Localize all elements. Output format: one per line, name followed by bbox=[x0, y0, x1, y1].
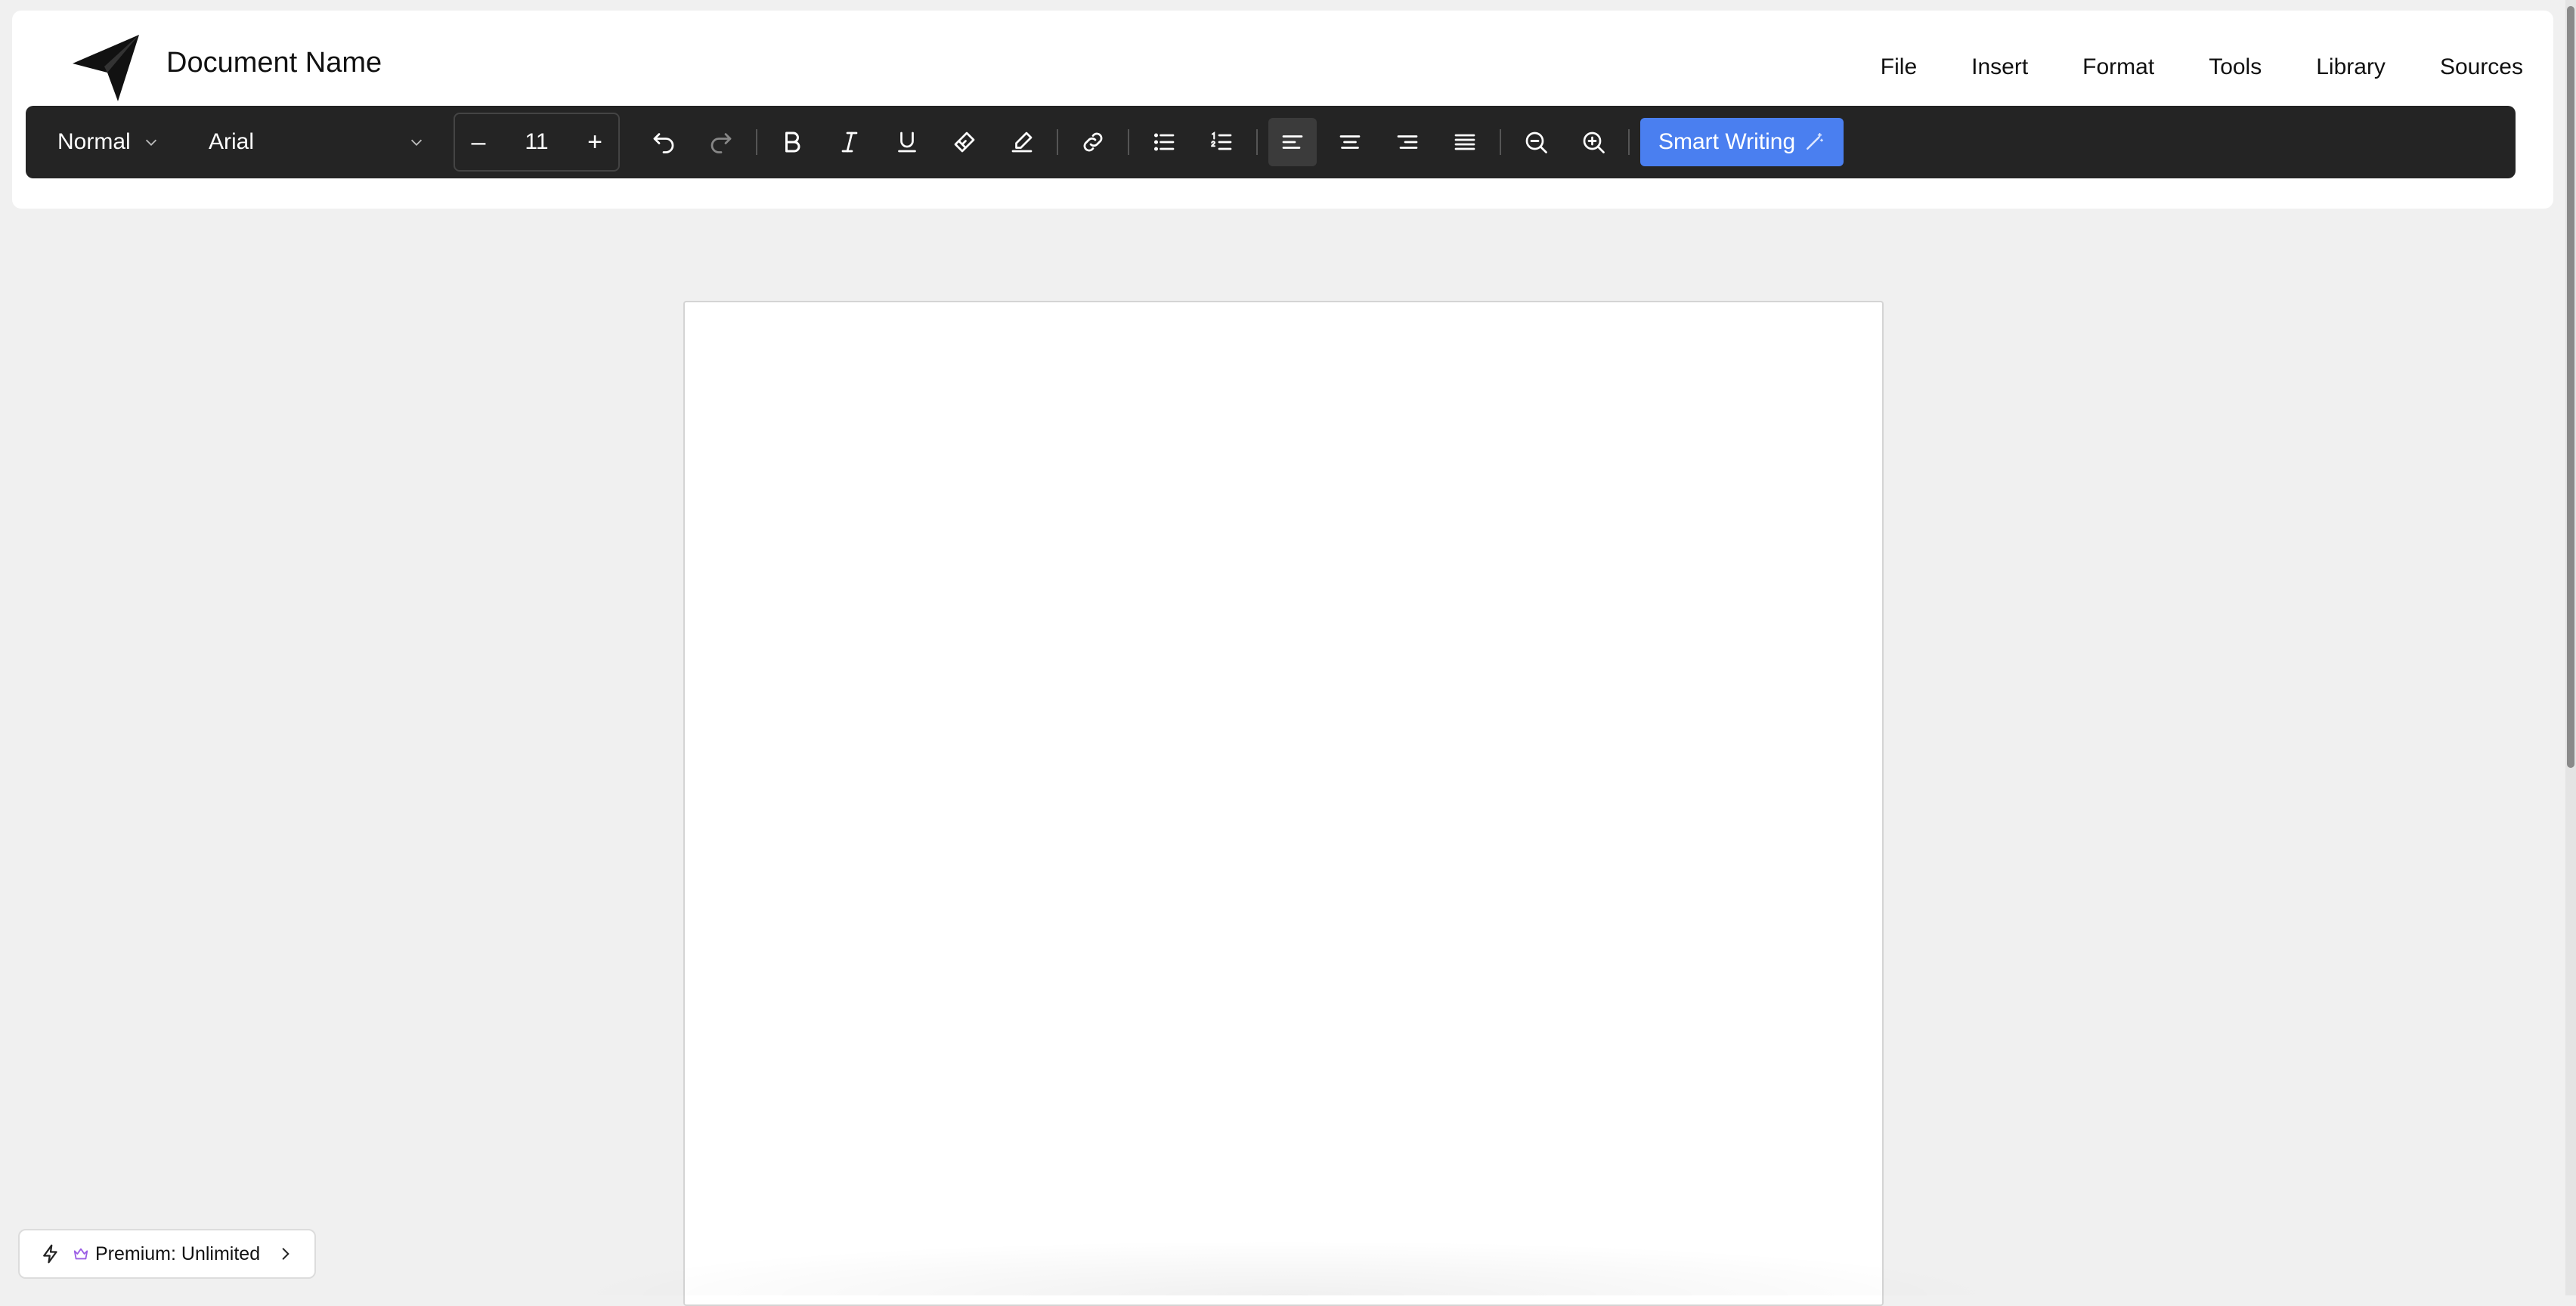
clear-formatting-icon bbox=[1011, 132, 1033, 153]
bulleted-list-icon bbox=[1153, 133, 1175, 151]
menu-file[interactable]: File bbox=[1853, 50, 1944, 84]
underline-icon bbox=[898, 132, 916, 153]
align-justify-icon bbox=[1454, 134, 1475, 150]
font-size-stepper: – 11 + bbox=[454, 113, 620, 172]
font-family-select[interactable]: Arial bbox=[194, 117, 440, 167]
paragraph-style-select[interactable]: Normal bbox=[42, 117, 194, 167]
align-center-button[interactable] bbox=[1326, 118, 1374, 166]
vertical-scrollbar[interactable] bbox=[2565, 0, 2576, 1295]
align-left-button[interactable] bbox=[1268, 118, 1317, 166]
bold-icon bbox=[785, 132, 800, 153]
scrollbar-thumb[interactable] bbox=[2567, 6, 2574, 768]
toolbar-divider bbox=[756, 129, 757, 155]
chevron-down-icon bbox=[410, 139, 423, 146]
menu-sources[interactable]: Sources bbox=[2413, 50, 2538, 84]
align-center-icon bbox=[1339, 135, 1361, 149]
redo-icon bbox=[711, 133, 732, 153]
toolbar-divider bbox=[1256, 129, 1258, 155]
chevron-down-icon bbox=[145, 139, 156, 146]
zoom-out-icon bbox=[1525, 132, 1547, 153]
document-page[interactable] bbox=[683, 301, 1884, 1306]
bold-button[interactable] bbox=[768, 118, 816, 166]
premium-status-badge[interactable]: Premium: Unlimited bbox=[18, 1229, 316, 1279]
align-right-icon bbox=[1397, 135, 1418, 149]
italic-icon bbox=[841, 132, 858, 153]
undo-button[interactable] bbox=[639, 118, 688, 166]
zoom-in-icon bbox=[1583, 132, 1605, 153]
toolbar-divider bbox=[1057, 129, 1058, 155]
font-size-increase-button[interactable]: + bbox=[571, 114, 618, 170]
bulleted-list-button[interactable] bbox=[1140, 118, 1188, 166]
menu-library[interactable]: Library bbox=[2289, 50, 2413, 84]
document-name[interactable]: Document Name bbox=[166, 48, 382, 77]
underline-button[interactable] bbox=[883, 118, 931, 166]
zoom-out-button[interactable] bbox=[1512, 118, 1560, 166]
numbered-list-button[interactable] bbox=[1197, 118, 1246, 166]
undo-icon bbox=[653, 133, 674, 153]
align-justify-button[interactable] bbox=[1441, 118, 1489, 166]
toolbar-divider bbox=[1500, 129, 1501, 155]
menu-format[interactable]: Format bbox=[2055, 50, 2181, 84]
italic-button[interactable] bbox=[825, 118, 874, 166]
top-menu: File Insert Format Tools Library Sources bbox=[1853, 50, 2538, 84]
paragraph-style-value: Normal bbox=[57, 129, 131, 154]
font-family-value: Arial bbox=[209, 129, 255, 154]
font-size-value[interactable]: 11 bbox=[510, 129, 563, 155]
lightning-bolt-icon bbox=[43, 1244, 57, 1264]
link-icon bbox=[1083, 132, 1103, 152]
font-size-decrease-button[interactable]: – bbox=[455, 114, 502, 170]
align-left-icon bbox=[1282, 135, 1303, 149]
formatting-toolbar: Normal Arial – 11 + Smart Writing bbox=[26, 106, 2516, 178]
paint-format-button[interactable] bbox=[940, 118, 989, 166]
toolbar-divider bbox=[1128, 129, 1129, 155]
zoom-in-button[interactable] bbox=[1569, 118, 1618, 166]
menu-insert[interactable]: Insert bbox=[1944, 50, 2055, 84]
insert-link-button[interactable] bbox=[1069, 118, 1117, 166]
crown-icon bbox=[73, 1248, 88, 1260]
clear-formatting-button[interactable] bbox=[998, 118, 1046, 166]
paper-plane-logo-icon[interactable] bbox=[63, 30, 147, 106]
paint-format-icon bbox=[954, 132, 975, 153]
premium-label: Premium: Unlimited bbox=[95, 1243, 261, 1264]
smart-writing-button[interactable]: Smart Writing bbox=[1640, 118, 1844, 166]
magic-wand-icon bbox=[1807, 132, 1824, 150]
smart-writing-label: Smart Writing bbox=[1658, 129, 1796, 154]
menu-tools[interactable]: Tools bbox=[2181, 50, 2289, 84]
toolbar-divider bbox=[1628, 129, 1630, 155]
align-right-button[interactable] bbox=[1383, 118, 1432, 166]
chevron-right-icon bbox=[282, 1248, 289, 1260]
redo-button[interactable] bbox=[697, 118, 745, 166]
numbered-list-icon bbox=[1211, 132, 1232, 150]
